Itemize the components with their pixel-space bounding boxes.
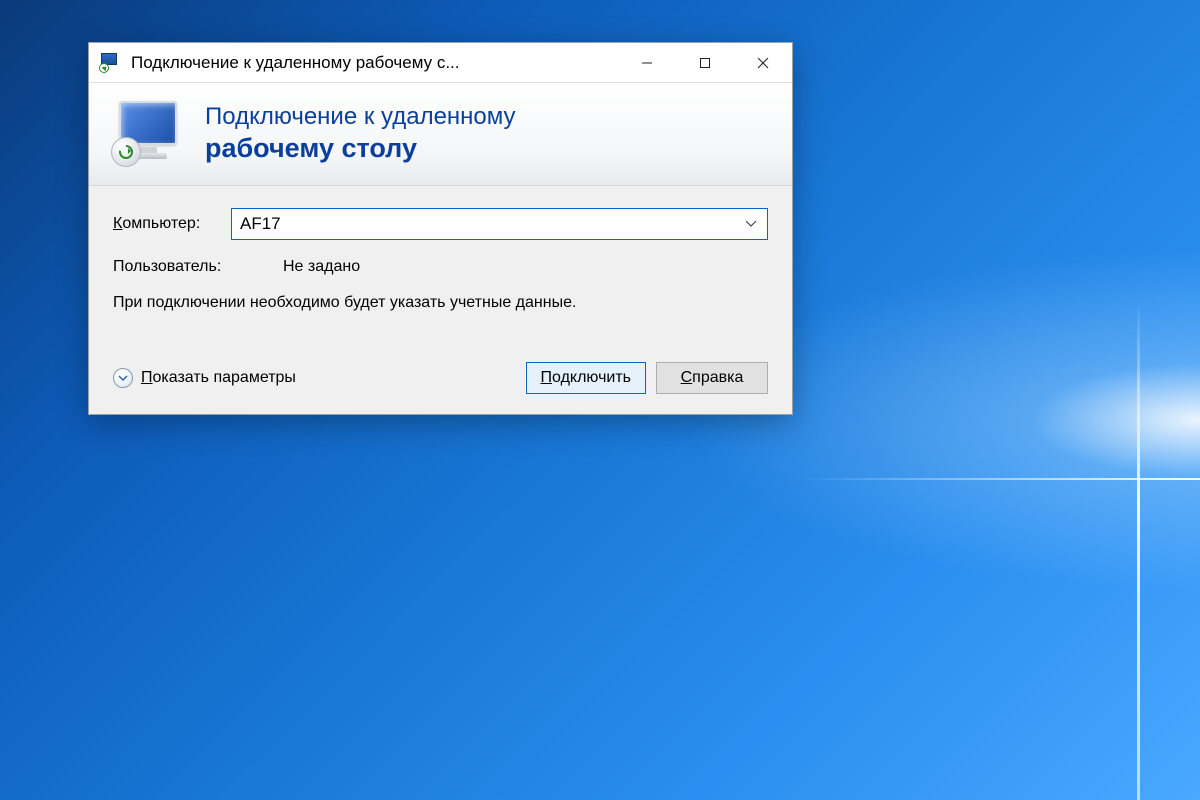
banner: Подключение к удаленному рабочему столу: [89, 83, 792, 186]
banner-title-line1: Подключение к удаленному: [205, 103, 516, 131]
maximize-button[interactable]: [676, 43, 734, 83]
minimize-button[interactable]: [618, 43, 676, 83]
credentials-hint: При подключении необходимо будет указать…: [113, 292, 633, 314]
chevron-down-icon[interactable]: [743, 215, 759, 233]
expand-chevron-icon: [113, 368, 133, 388]
dialog-body: Компьютер: Пользователь: Не задано При п…: [89, 186, 792, 356]
rdp-app-icon: [99, 53, 121, 73]
dialog-footer: Показать параметры Подключить Справка: [89, 356, 792, 414]
connect-button[interactable]: Подключить: [526, 362, 646, 394]
user-value: Не задано: [283, 258, 360, 276]
titlebar[interactable]: Подключение к удаленному рабочему с...: [89, 43, 792, 83]
window-title: Подключение к удаленному рабочему с...: [131, 53, 618, 73]
show-options-toggle[interactable]: Показать параметры: [113, 368, 296, 388]
computer-label: Компьютер:: [113, 215, 231, 233]
rdp-dialog: Подключение к удаленному рабочему с... П…: [88, 42, 793, 415]
rdp-monitor-icon: [111, 99, 185, 167]
banner-title-line2: рабочему столу: [205, 133, 516, 164]
background-flare-vertical: [1137, 300, 1140, 800]
close-button[interactable]: [734, 43, 792, 83]
help-button[interactable]: Справка: [656, 362, 768, 394]
computer-combobox[interactable]: [231, 208, 768, 240]
computer-input[interactable]: [240, 214, 743, 234]
user-label: Пользователь:: [113, 258, 283, 276]
background-flare-horizontal: [800, 478, 1200, 480]
